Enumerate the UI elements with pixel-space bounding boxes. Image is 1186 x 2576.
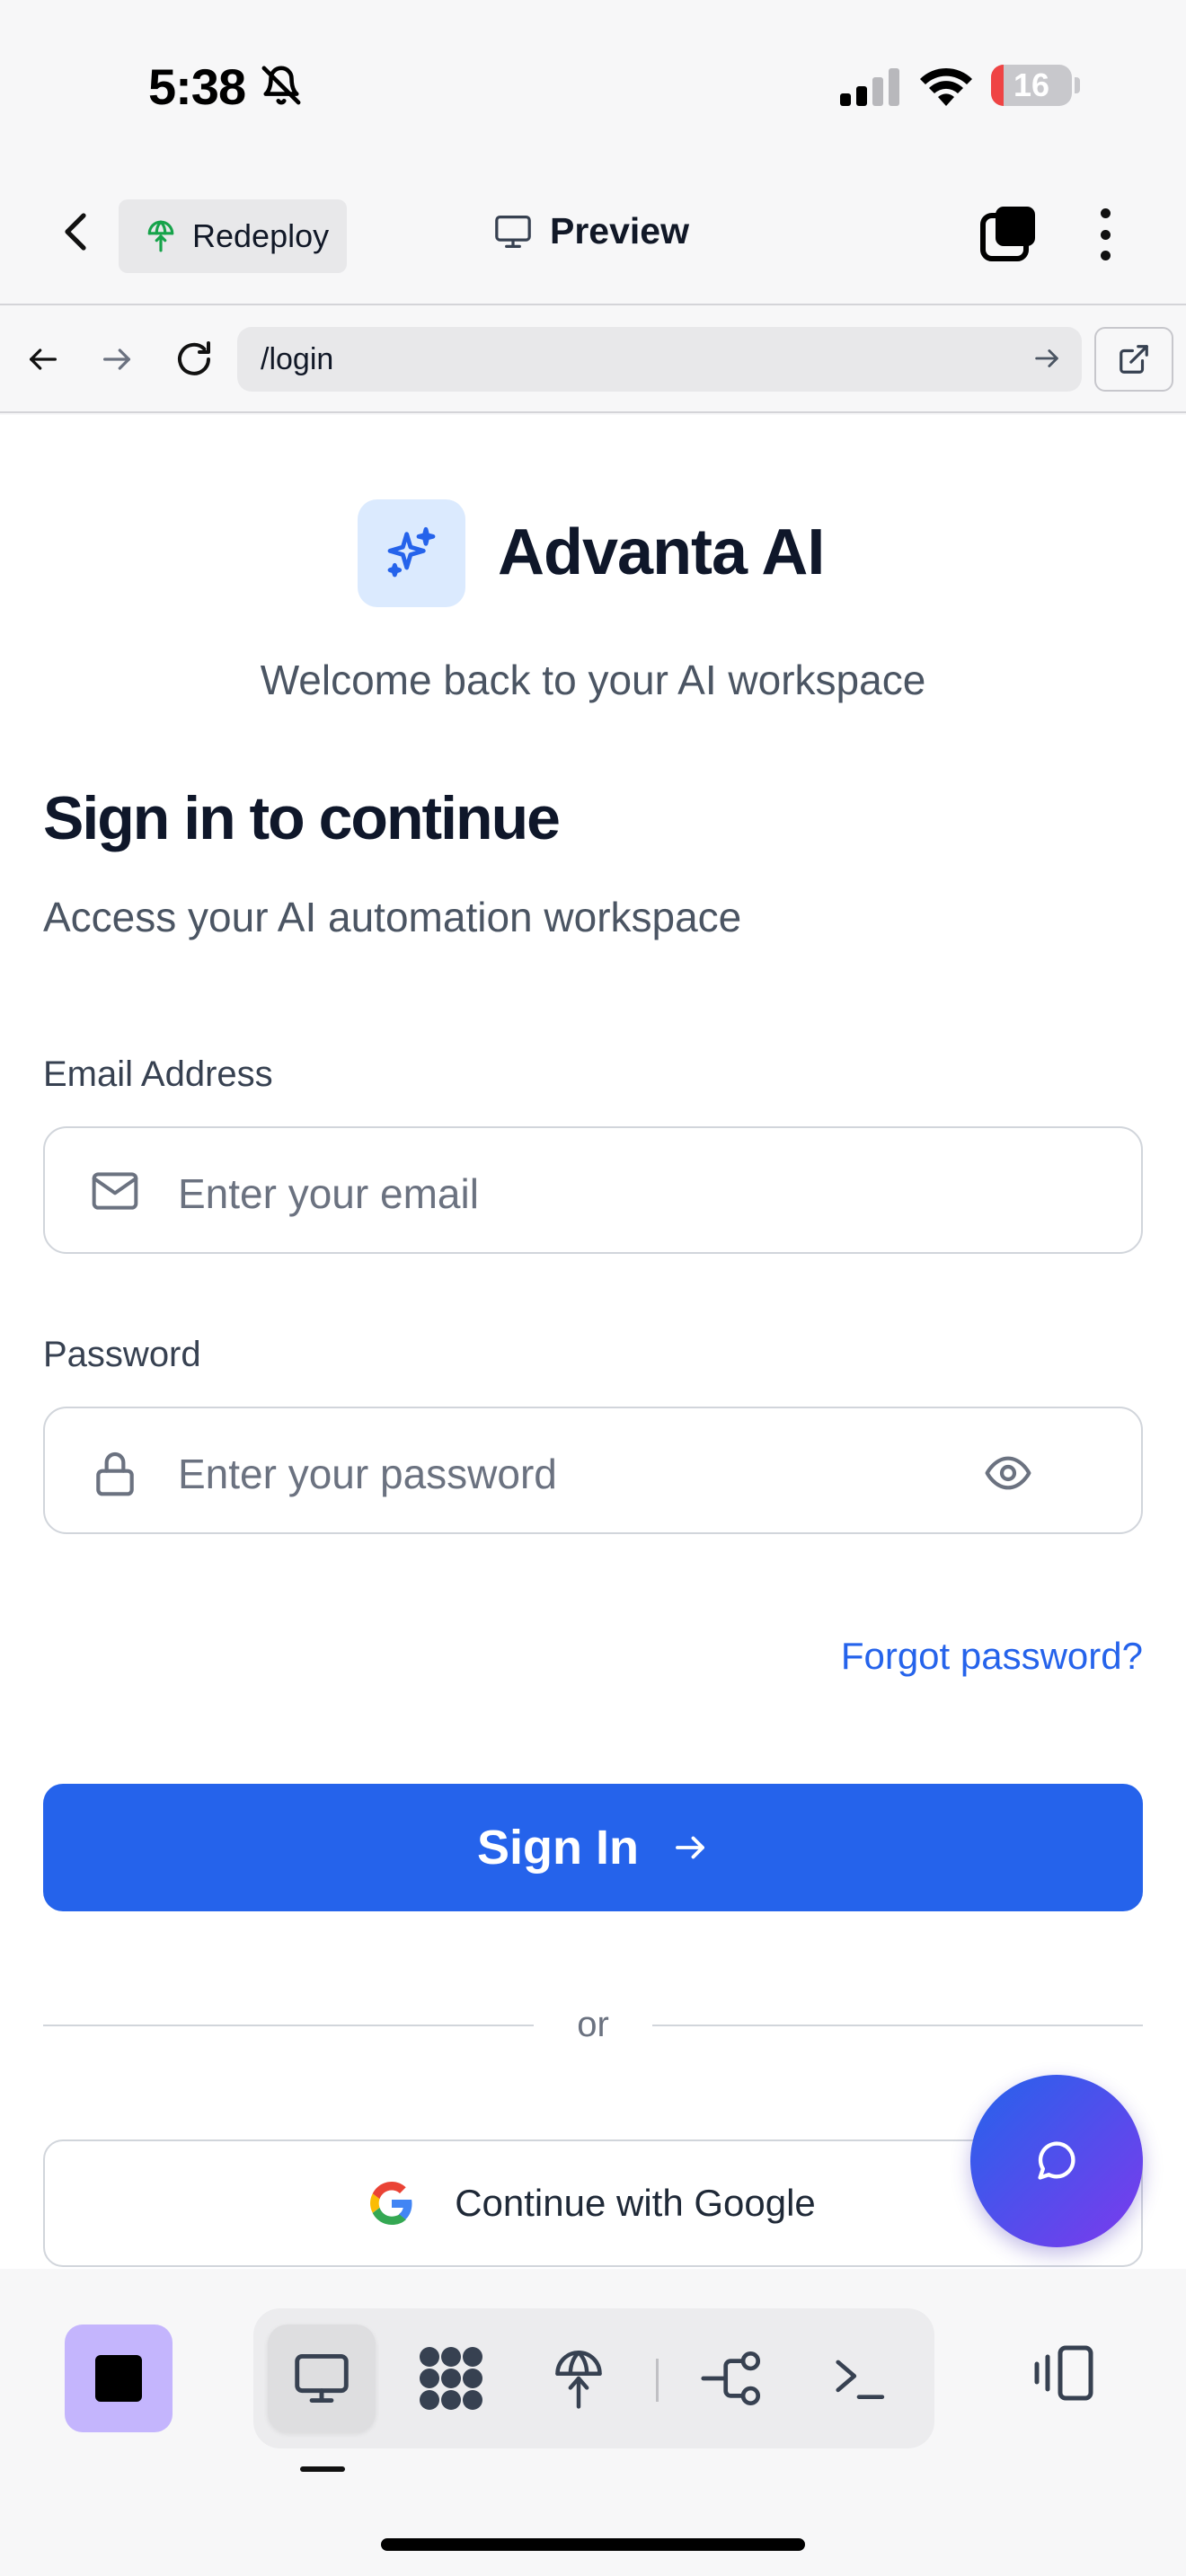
tool-group xyxy=(253,2308,934,2448)
sign-in-button[interactable]: Sign In xyxy=(43,1784,1143,1911)
browser-back-icon[interactable] xyxy=(18,334,68,384)
email-field[interactable]: Enter your email xyxy=(43,1126,1143,1254)
status-time: 5:38 xyxy=(148,58,246,115)
page-title: Sign in to continue xyxy=(43,784,561,852)
open-external-button[interactable] xyxy=(1094,327,1173,392)
email-label: Email Address xyxy=(43,1054,273,1094)
browser-forward-icon[interactable] xyxy=(92,334,142,384)
eye-icon[interactable] xyxy=(981,1448,1035,1503)
redeploy-icon xyxy=(147,220,174,252)
url-go-icon[interactable] xyxy=(1031,343,1062,382)
external-link-icon xyxy=(1120,345,1148,374)
email-placeholder: Enter your email xyxy=(178,1170,479,1217)
chat-fab[interactable] xyxy=(970,2075,1143,2247)
layout-toggle-icon[interactable] xyxy=(1031,2344,1096,2406)
stop-icon xyxy=(95,2355,142,2402)
password-placeholder: Enter your password xyxy=(178,1451,557,1497)
battery-tip xyxy=(1075,77,1080,93)
chat-bubble-icon xyxy=(1038,2141,1075,2180)
battery-level: 16 xyxy=(1013,66,1050,103)
redeploy-button[interactable]: Redeploy xyxy=(119,199,347,273)
signal-icon xyxy=(840,68,903,110)
logo-tile xyxy=(358,499,465,607)
deploy-globe-icon[interactable] xyxy=(525,2325,633,2432)
terminal-icon[interactable] xyxy=(805,2325,913,2432)
forgot-password-link[interactable]: Forgot password? xyxy=(841,1635,1143,1678)
sparkles-icon xyxy=(387,526,436,578)
password-label: Password xyxy=(43,1335,201,1374)
monitor-icon xyxy=(495,215,531,248)
active-tool-indicator xyxy=(300,2466,345,2472)
tabs-button[interactable] xyxy=(979,205,1039,264)
stop-button[interactable] xyxy=(65,2325,173,2432)
preview-title[interactable]: Preview xyxy=(492,210,689,252)
password-field[interactable]: Enter your password xyxy=(43,1407,1143,1534)
mail-icon xyxy=(90,1168,140,1219)
google-label: Continue with Google xyxy=(455,2182,816,2224)
back-button[interactable] xyxy=(49,205,103,259)
url-path: /login xyxy=(261,341,334,376)
battery-icon: 16 xyxy=(991,65,1072,106)
status-bar: 5:38 16 xyxy=(0,0,1186,171)
url-field[interactable]: /login xyxy=(237,327,1082,392)
redeploy-label: Redeploy xyxy=(192,217,330,254)
desktop-icon[interactable] xyxy=(268,2325,376,2432)
wifi-icon xyxy=(918,63,974,110)
app-header: Redeploy Preview xyxy=(0,171,1186,305)
reload-icon[interactable] xyxy=(169,334,219,384)
google-icon xyxy=(370,2182,412,2225)
bottom-toolbar xyxy=(0,2269,1186,2576)
workflow-icon[interactable] xyxy=(679,2325,787,2432)
brand-name: Advanta AI xyxy=(498,516,825,588)
apps-grid-icon[interactable] xyxy=(397,2325,505,2432)
tool-separator xyxy=(656,2359,659,2402)
home-indicator xyxy=(381,2538,805,2551)
lock-icon xyxy=(90,1448,140,1503)
login-page: Advanta AI Welcome back to your AI works… xyxy=(0,415,1186,2269)
divider-right xyxy=(652,2025,1143,2026)
tabs-icon xyxy=(980,207,1035,261)
browser-url-bar: /login xyxy=(0,307,1186,413)
sign-in-label: Sign In xyxy=(477,1821,639,1875)
arrow-right-icon xyxy=(676,1836,704,1859)
chevron-left-icon xyxy=(65,213,86,251)
page-subtitle: Access your AI automation workspace xyxy=(43,894,742,940)
tagline: Welcome back to your AI workspace xyxy=(260,657,926,703)
more-options-icon[interactable] xyxy=(1087,205,1123,264)
bell-slash-icon xyxy=(261,65,302,110)
preview-label: Preview xyxy=(550,210,689,251)
